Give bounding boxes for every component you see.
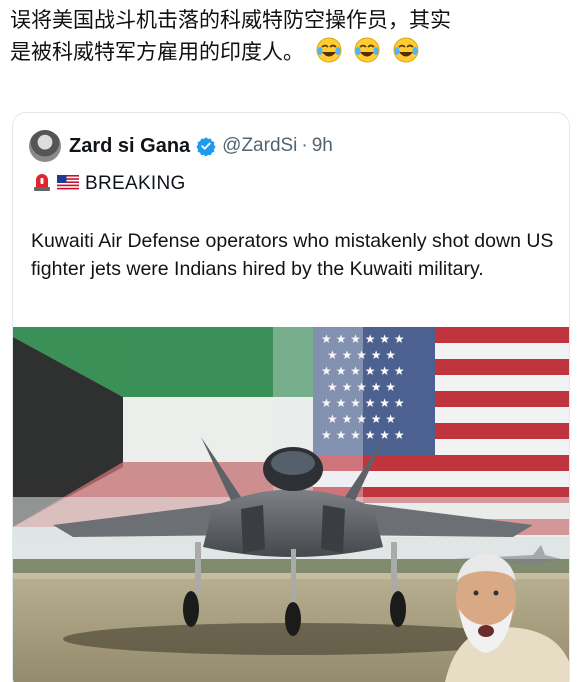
tweet-header: Zard si Gana @ZardSi · 9h — [29, 129, 333, 163]
display-name[interactable]: Zard si Gana — [69, 135, 190, 158]
breaking-line: BREAKING — [33, 171, 186, 197]
laughing-emoji-icon — [353, 36, 381, 73]
avatar[interactable] — [29, 130, 61, 162]
post-text: 误将美国战斗机击落的科威特防空操作员，其实 是被科威特军方雇用的印度人。 — [10, 4, 570, 73]
post-line-2-wrap: 是被科威特军方雇用的印度人。 — [10, 36, 570, 73]
verified-badge-icon — [196, 136, 216, 156]
separator-dot: · — [301, 135, 308, 156]
laughing-emoji-icon — [392, 36, 420, 73]
user-handle[interactable]: @ZardSi — [222, 135, 297, 157]
breaking-label: BREAKING — [85, 173, 186, 194]
post-line-2: 是被科威特军方雇用的印度人。 — [10, 40, 304, 64]
quoted-tweet-card[interactable]: Zard si Gana @ZardSi · 9h BREAKING Kuwai… — [12, 112, 570, 682]
tweet-timestamp[interactable]: 9h — [312, 135, 333, 157]
siren-icon — [33, 172, 51, 196]
laughing-emoji-icon — [315, 36, 343, 73]
us-flag-icon — [57, 174, 79, 194]
tweet-body: Kuwaiti Air Defense operators who mistak… — [31, 230, 554, 280]
post-line-1: 误将美国战斗机击落的科威特防空操作员，其实 — [10, 8, 451, 32]
tweet-media-image[interactable]: ★ ★ ★ ★ ★ ★ ★ ★ ★ ★ ★ ★ ★ ★ ★ ★ ★ ★ ★ ★ … — [13, 327, 569, 682]
